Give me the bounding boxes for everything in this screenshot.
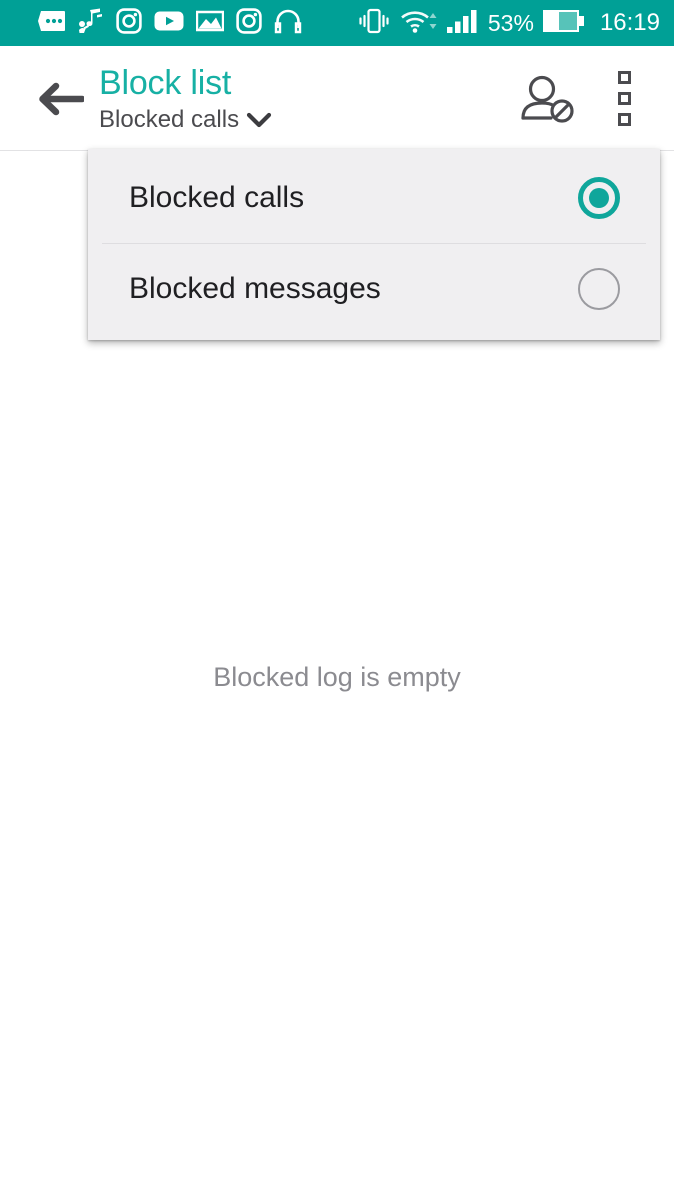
- back-button[interactable]: [29, 68, 91, 130]
- chevron-down-icon: [246, 112, 272, 128]
- arrow-left-icon: [39, 82, 84, 115]
- blocked-type-dropdown-menu: Blocked calls Blocked messages: [88, 149, 660, 340]
- block-contact-button[interactable]: [520, 71, 576, 127]
- app-bar-titles: Block list Blocked calls: [99, 63, 520, 134]
- vibrate-icon: [357, 7, 391, 40]
- overflow-menu-icon: [617, 92, 631, 105]
- system-status-icons: 53% 16:19: [357, 7, 660, 40]
- messages-icon: [38, 10, 66, 37]
- radio-blocked-messages[interactable]: [578, 268, 620, 310]
- wifi-icon: [400, 7, 438, 40]
- battery-percent-label: 53%: [487, 9, 534, 36]
- clock-label: 16:19: [599, 9, 660, 36]
- status-bar: 53% 16:19: [0, 0, 674, 46]
- instagram-icon: [116, 7, 142, 39]
- gallery-icon: [195, 9, 225, 38]
- menu-item-blocked-calls[interactable]: Blocked calls: [88, 153, 660, 243]
- phone-screen: 53% 16:19 Block list Blocked calls Block…: [0, 0, 674, 1200]
- overflow-menu-icon: [617, 71, 631, 84]
- empty-state-message: Blocked log is empty: [213, 662, 461, 692]
- app-bar-actions: [520, 68, 646, 130]
- battery-icon: [542, 9, 585, 38]
- block-contact-icon: [521, 75, 574, 123]
- subtitle-dropdown-trigger[interactable]: Blocked calls: [99, 106, 520, 134]
- radio-blocked-calls[interactable]: [578, 177, 620, 219]
- menu-item-label: Blocked calls: [129, 181, 305, 214]
- subtitle-label: Blocked calls: [99, 106, 240, 133]
- overflow-menu-button[interactable]: [602, 68, 646, 130]
- overflow-menu-icon: [617, 113, 631, 126]
- signal-bars-icon: [446, 8, 479, 39]
- notification-icons: [38, 7, 302, 39]
- headphones-icon: [274, 8, 302, 39]
- menu-item-label: Blocked messages: [129, 272, 381, 305]
- music-note-icon: [78, 8, 104, 39]
- page-title: Block list: [99, 64, 232, 102]
- app-bar: Block list Blocked calls: [0, 46, 674, 151]
- instagram-icon: [236, 7, 262, 39]
- radio-dot-icon: [589, 188, 609, 208]
- youtube-icon: [154, 10, 184, 37]
- menu-item-blocked-messages[interactable]: Blocked messages: [88, 244, 660, 334]
